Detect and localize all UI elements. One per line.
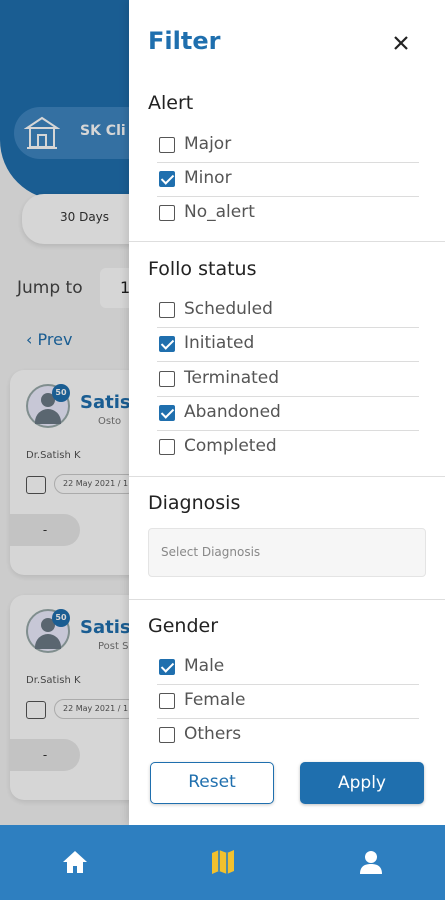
option-label: Completed (184, 436, 277, 456)
follo-status-section-title: Follo status (148, 258, 257, 280)
status-option-terminated[interactable]: Terminated (157, 363, 419, 397)
section-divider (129, 599, 445, 600)
gender-option-female[interactable]: Female (157, 685, 419, 719)
option-label: Female (184, 690, 246, 710)
profile-icon[interactable] (356, 847, 386, 877)
checkbox-checked[interactable] (159, 336, 175, 352)
close-icon[interactable] (389, 31, 413, 55)
option-label: Others (184, 724, 242, 744)
alert-option-no-alert[interactable]: No_alert (157, 197, 419, 231)
option-label: Initiated (184, 333, 255, 353)
option-label: Abandoned (184, 402, 281, 422)
checkbox[interactable] (159, 137, 175, 153)
filter-drawer: Filter Alert Major Minor No_alert Follo … (129, 0, 445, 825)
section-divider (129, 241, 445, 242)
alert-option-minor[interactable]: Minor (157, 163, 419, 197)
status-option-scheduled[interactable]: Scheduled (157, 294, 419, 328)
option-label: Major (184, 134, 232, 154)
section-divider (129, 476, 445, 477)
checkbox[interactable] (159, 205, 175, 221)
checkbox-checked[interactable] (159, 171, 175, 187)
checkbox[interactable] (159, 693, 175, 709)
map-icon[interactable] (208, 847, 238, 877)
diagnosis-placeholder: Select Diagnosis (161, 545, 261, 559)
bottom-nav (0, 825, 445, 900)
gender-section-title: Gender (148, 615, 219, 637)
checkbox-checked[interactable] (159, 405, 175, 421)
checkbox[interactable] (159, 727, 175, 743)
checkbox[interactable] (159, 371, 175, 387)
checkbox-checked[interactable] (159, 659, 175, 675)
status-option-completed[interactable]: Completed (157, 431, 419, 465)
apply-button[interactable]: Apply (300, 762, 424, 804)
reset-button[interactable]: Reset (150, 762, 274, 804)
status-option-initiated[interactable]: Initiated (157, 328, 419, 362)
option-label: Terminated (184, 368, 280, 388)
checkbox[interactable] (159, 302, 175, 318)
option-label: Minor (184, 168, 232, 188)
alert-option-major[interactable]: Major (157, 129, 419, 163)
option-label: No_alert (184, 202, 255, 222)
option-label: Scheduled (184, 299, 273, 319)
option-label: Male (184, 656, 225, 676)
diagnosis-section-title: Diagnosis (148, 492, 241, 514)
gender-option-male[interactable]: Male (157, 651, 419, 685)
diagnosis-select[interactable]: Select Diagnosis (148, 528, 426, 577)
filter-title: Filter (148, 27, 221, 55)
home-icon[interactable] (60, 847, 90, 877)
checkbox[interactable] (159, 439, 175, 455)
status-option-abandoned[interactable]: Abandoned (157, 397, 419, 431)
alert-section-title: Alert (148, 92, 194, 114)
gender-option-others[interactable]: Others (157, 719, 419, 753)
